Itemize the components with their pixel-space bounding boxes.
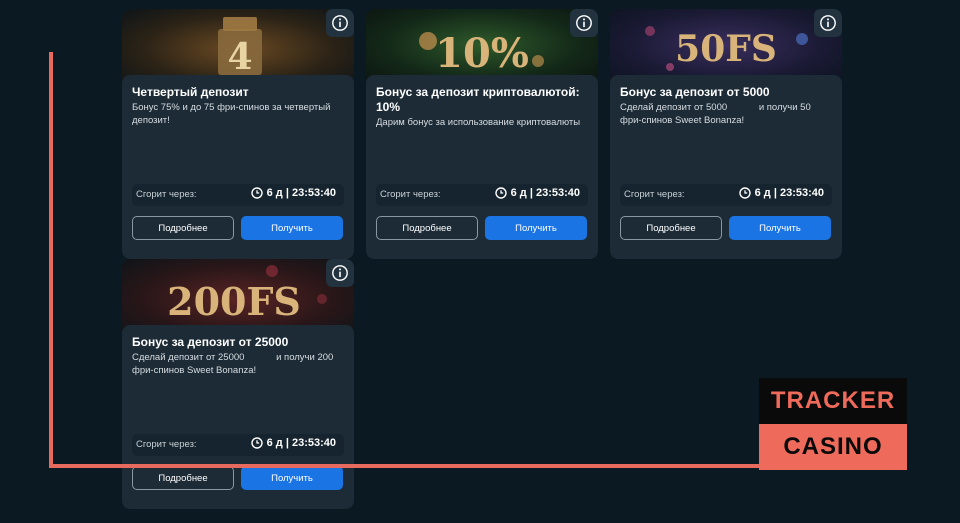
timer-label: Сгорит через: [380, 189, 441, 200]
watermark-line-horizontal [49, 464, 759, 468]
timer-value: 6 д | 23:53:40 [250, 437, 336, 449]
info-button[interactable] [326, 259, 354, 287]
clock-icon [250, 187, 263, 199]
clock-icon [738, 187, 751, 199]
svg-text:4: 4 [227, 36, 252, 78]
get-button[interactable]: Получить [241, 216, 343, 240]
timer-value: 6 д | 23:53:40 [738, 187, 824, 199]
info-button[interactable] [570, 9, 598, 37]
card-body: Бонус за депозит от 25000 Сделай депозит… [122, 325, 354, 509]
info-icon [332, 265, 348, 281]
bonus-card-crypto-deposit: 10% Бонус за депозит криптовалютой: 10% … [366, 9, 598, 259]
info-icon [576, 15, 592, 31]
bonus-card-fourth-deposit: 4 Четвертый депозит Бонус 75% и до 75 фр… [122, 9, 354, 259]
card-body: Четвертый депозит Бонус 75% и до 75 фри-… [122, 75, 354, 259]
timer-value-text: 6 д | 23:53:40 [266, 437, 336, 449]
timer-value: 6 д | 23:53:40 [494, 187, 580, 199]
watermark-logo-top: TRACKER [759, 378, 907, 424]
more-button[interactable]: Подробнее [132, 466, 234, 490]
card-description: Сделай депозит от 25000 и получи 200 фри… [132, 352, 336, 376]
info-icon [820, 15, 836, 31]
get-button[interactable]: Получить [729, 216, 831, 240]
card-title: Четвертый депозит [132, 85, 249, 99]
get-button[interactable]: Получить [241, 466, 343, 490]
timer-value-text: 6 д | 23:53:40 [754, 187, 824, 199]
svg-text:200FS: 200FS [167, 279, 301, 324]
timer-label: Сгорит через: [136, 439, 197, 450]
timer-label: Сгорит через: [624, 189, 685, 200]
card-body: Бонус за депозит криптовалютой: 10% Дари… [366, 75, 598, 259]
expiry-timer: Сгорит через: 6 д | 23:53:40 [132, 184, 344, 206]
watermark-logo-bottom: CASINO [759, 424, 907, 470]
info-icon [332, 15, 348, 31]
info-button[interactable] [814, 9, 842, 37]
svg-text:10%: 10% [435, 30, 529, 77]
bonus-card-deposit-5000: 50FS Бонус за депозит от 5000 Сделай деп… [610, 9, 842, 259]
more-button[interactable]: Подробнее [376, 216, 478, 240]
expiry-timer: Сгорит через: 6 д | 23:53:40 [132, 434, 344, 456]
card-title: Бонус за депозит от 25000 [132, 335, 289, 349]
bonus-card-deposit-25000: 200FS Бонус за депозит от 25000 Сделай д… [122, 259, 354, 509]
timer-value: 6 д | 23:53:40 [250, 187, 336, 199]
timer-label: Сгорит через: [136, 189, 197, 200]
timer-value-text: 6 д | 23:53:40 [510, 187, 580, 199]
more-button[interactable]: Подробнее [620, 216, 722, 240]
svg-text:50FS: 50FS [675, 28, 777, 70]
get-button[interactable]: Получить [485, 216, 587, 240]
more-button[interactable]: Подробнее [132, 216, 234, 240]
expiry-timer: Сгорит через: 6 д | 23:53:40 [620, 184, 832, 206]
clock-icon [250, 437, 263, 449]
watermark-line-vertical [49, 52, 53, 468]
clock-icon [494, 187, 507, 199]
info-button[interactable] [326, 9, 354, 37]
card-description: Дарим бонус за использование криптовалют… [376, 117, 581, 128]
card-title: Бонус за депозит от 5000 [620, 85, 770, 99]
card-description: Сделай депозит от 5000 и получи 50 фри-с… [620, 102, 814, 126]
card-body: Бонус за депозит от 5000 Сделай депозит … [610, 75, 842, 259]
timer-value-text: 6 д | 23:53:40 [266, 187, 336, 199]
card-title: Бонус за депозит криптовалютой: 10% [376, 85, 580, 114]
expiry-timer: Сгорит через: 6 д | 23:53:40 [376, 184, 588, 206]
card-description: Бонус 75% и до 75 фри-спинов за четверты… [132, 102, 331, 126]
